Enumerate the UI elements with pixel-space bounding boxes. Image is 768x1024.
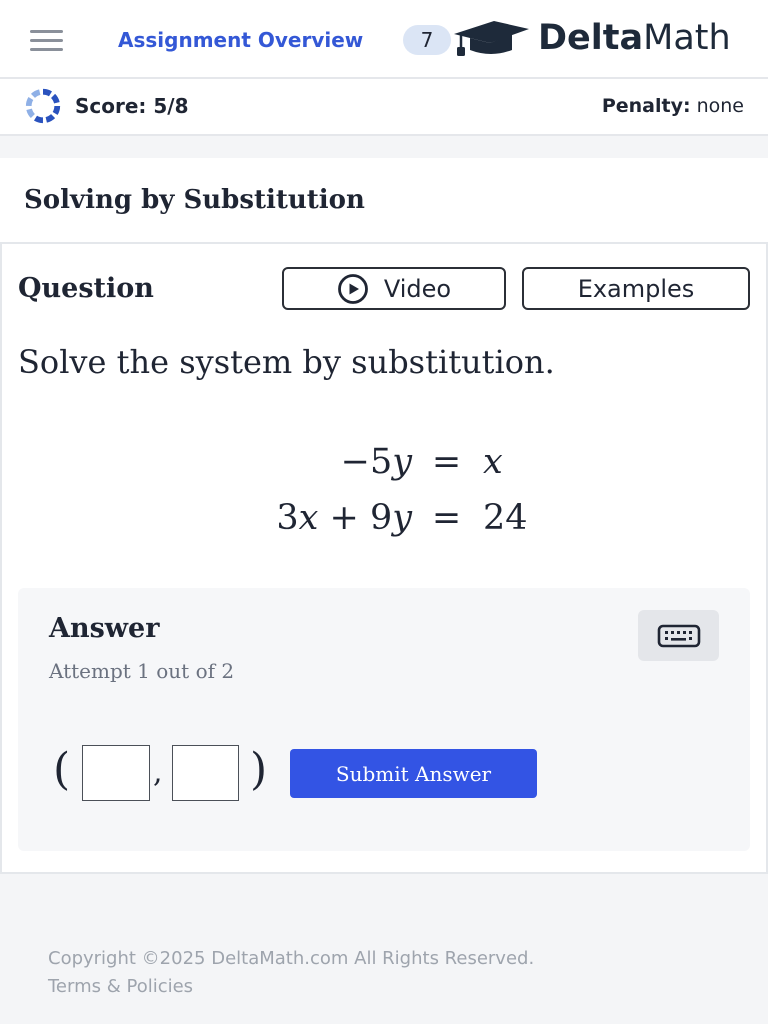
score-label: Score: 5/8 [75,94,189,118]
equals-sign: = [431,498,462,538]
cap-board [454,21,529,43]
footer-copyright: Copyright ©2025 DeltaMath.com All Rights… [48,948,535,969]
examples-button[interactable]: Examples [522,267,750,310]
coordinate-separator: , [153,755,163,790]
hamburger-line [30,30,63,33]
logo-wordmark: DeltaMath [538,16,731,60]
y-coordinate-input[interactable] [172,745,239,801]
answer-heading: Answer [49,613,160,644]
equation-lhs: −5y [340,442,412,482]
assignment-overview-link[interactable]: Assignment Overview [118,27,363,53]
equation-rhs: 24 [483,498,528,538]
equation-row: 3x + 9y = 24 [2,494,762,542]
video-button[interactable]: Video [282,267,506,310]
equation-row: −5y = x [2,438,762,486]
keyboard-icon [657,624,700,647]
submit-answer-button[interactable]: Submit Answer [290,749,537,798]
graduation-cap-icon [454,21,529,56]
question-heading: Question [18,273,154,304]
answer-panel: Answer Attempt 1 out of 2 ( , ) Submit A… [18,588,750,851]
equation-lhs: 3x + 9y [276,498,412,538]
deltamath-logo[interactable]: DeltaMath [452,16,731,60]
logo-wordmark-math: Math [643,18,731,58]
equals-sign: = [431,442,462,482]
assignment-count-badge: 7 [403,25,451,55]
logo-wordmark-delta: Delta [538,18,644,58]
progress-ring-fill [25,88,61,124]
equation-rhs: x [483,442,503,482]
hamburger-menu-icon[interactable] [30,30,64,54]
penalty-info: Penalty: none [602,93,744,119]
play-circle-icon [337,273,368,304]
open-parenthesis: ( [53,744,71,795]
question-prompt: Solve the system by substitution. [18,343,555,381]
penalty-label: Penalty: [601,95,691,117]
score-bar: Score: 5/8 Penalty: none [0,79,768,136]
terms-policies-link[interactable]: Terms & Policies [48,975,193,999]
question-card: Question Video Examples Solve the system… [0,242,768,874]
score-progress-ring-icon [25,88,61,124]
cap-tassel [457,47,465,56]
hamburger-line [30,48,63,51]
top-header: Assignment Overview 7 DeltaMath [0,0,768,79]
close-parenthesis: ) [250,744,268,795]
section-title-band: Solving by Substitution [0,158,768,242]
hamburger-line [30,39,63,42]
math-keyboard-button[interactable] [638,610,719,661]
attempt-counter: Attempt 1 out of 2 [49,659,235,683]
video-button-label: Video [383,274,452,303]
penalty-value: none [696,95,744,117]
progress-ring-track [25,88,61,124]
examples-button-label: Examples [577,274,695,303]
section-title: Solving by Substitution [24,185,365,215]
x-coordinate-input[interactable] [82,745,150,801]
